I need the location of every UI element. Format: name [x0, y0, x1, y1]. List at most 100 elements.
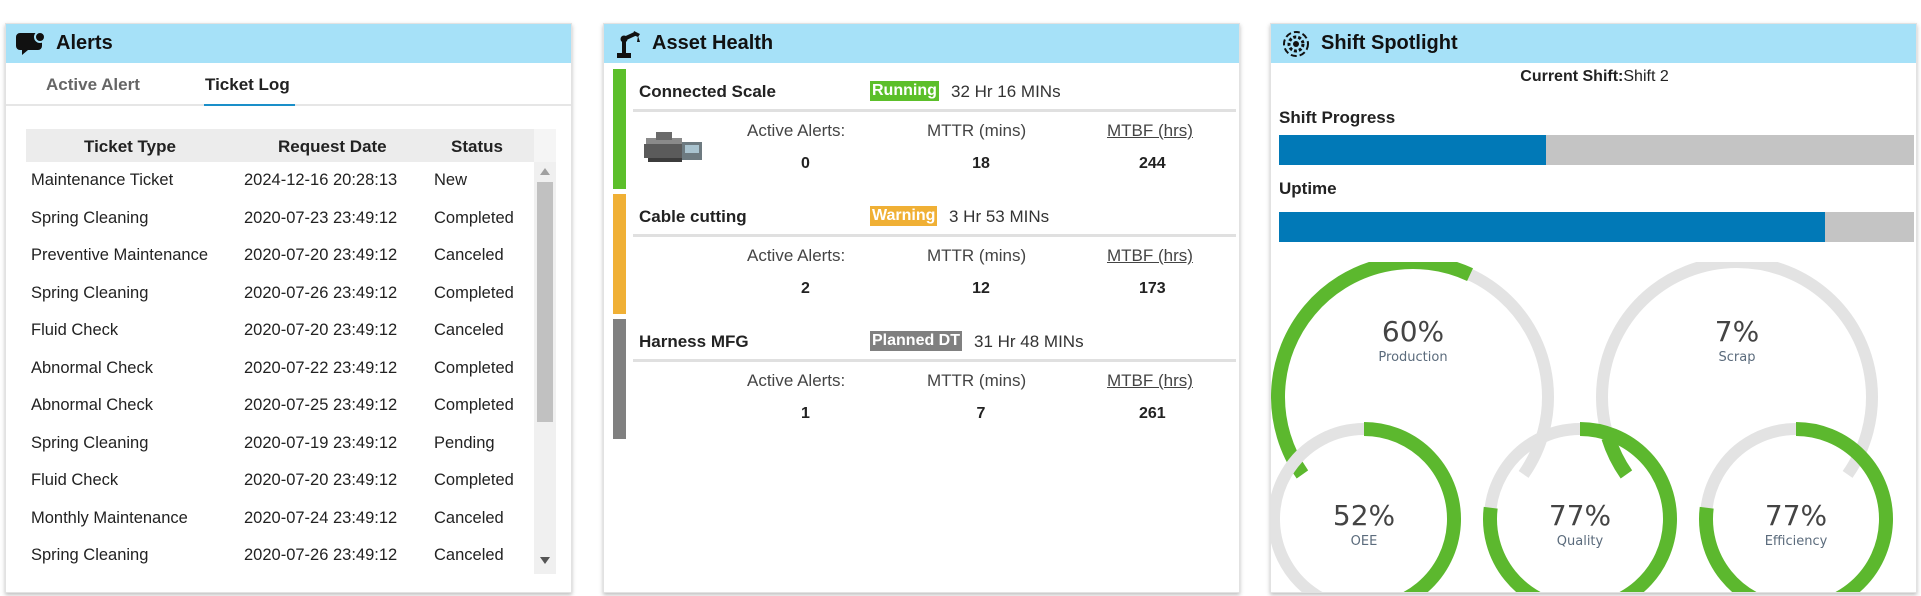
chat-bubble-icon [16, 30, 46, 55]
table-row[interactable]: Maintenance Ticket 2024-12-16 20:28:13 New [26, 162, 534, 199]
asset-status-color-bar [613, 69, 626, 189]
mtbf-label[interactable]: MTBF (hrs) [1107, 246, 1193, 266]
asset-name: Connected Scale [639, 82, 776, 101]
active-alerts-label: Active Alerts: [747, 371, 846, 390]
alerts-panel: Alerts Active Alert Ticket Log Ticket Ty… [5, 23, 572, 593]
table-row[interactable]: Spring Cleaning 2020-07-23 23:49:12 Comple… [26, 200, 534, 237]
table-row[interactable]: Fluid Check 2020-07-20 23:49:12 Canceled [26, 312, 534, 349]
mttr-value: 12 [972, 280, 990, 297]
alerts-header: Alerts [6, 24, 571, 63]
table-row[interactable]: Monthly Maintenance 2020-07-24 23:49:12 Ca… [26, 500, 534, 537]
ticket-type-cell: Fluid Check [31, 471, 119, 489]
status-cell: Pending [434, 433, 495, 452]
active-alerts-value: 0 [801, 155, 810, 172]
table-row[interactable]: Preventive Maintenance 2020-07-20 23:49:1… [26, 237, 534, 274]
gauge-label: Production [1378, 350, 1447, 365]
shift-progress-label: Shift Progress [1279, 108, 1396, 127]
column-header-ticket-type[interactable]: Ticket Type [84, 137, 176, 157]
gauge-percent: 52% [1333, 499, 1395, 532]
active-alerts-value: 1 [801, 405, 810, 422]
tab-ticket-log[interactable]: Ticket Log [205, 75, 290, 95]
scroll-down-arrow-icon[interactable] [540, 557, 550, 564]
status-cell: Completed [434, 396, 514, 414]
divider [633, 234, 1236, 237]
ticket-type-cell: Fluid Check [31, 321, 119, 339]
table-row[interactable]: Spring Cleaning 2020-07-26 23:49:12 Cancel… [26, 537, 534, 574]
current-shift-value: Shift 2 [1623, 68, 1669, 85]
request-date-cell: 2020-07-19 23:49:12 [244, 433, 398, 452]
gauge-label: Efficiency [1765, 534, 1828, 549]
ticket-table: Ticket Type Request Date Status Maintena… [26, 129, 556, 574]
status-cell: Completed [434, 471, 514, 489]
current-shift-label: Current Shift: [1520, 68, 1624, 85]
gauge-label: Quality [1557, 534, 1604, 549]
scale-device-icon [644, 132, 702, 162]
gauge-quality: 77% Quality [1483, 422, 1677, 592]
request-date-cell: 2020-07-20 23:49:12 [244, 321, 398, 339]
mttr-label: MTTR (mins) [927, 371, 1027, 390]
active-tab-indicator [204, 104, 295, 106]
mttr-value: 7 [976, 405, 986, 422]
request-date-cell: 2020-07-20 23:49:12 [244, 246, 398, 264]
mttr-label: MTTR (mins) [927, 121, 1027, 140]
asset-name: Harness MFG [639, 332, 749, 351]
table-body: Maintenance Ticket 2024-12-16 20:28:13 New… [26, 162, 534, 574]
alerts-title: Alerts [56, 32, 113, 54]
status-cell: Completed [434, 283, 514, 302]
ticket-type-cell: Maintenance Ticket [31, 171, 174, 189]
ticket-type-cell: Spring Cleaning [31, 433, 149, 452]
asset-row[interactable]: Connected Scale Running 32 Hr 16 MINs Activ… [610, 69, 1236, 191]
scroll-up-arrow-icon[interactable] [540, 168, 550, 175]
table-row[interactable]: Fluid Check 2020-07-20 23:49:12 Completed [26, 462, 534, 499]
ticket-type-cell: Spring Cleaning [31, 283, 149, 302]
shift-spotlight-title: Shift Spotlight [1321, 32, 1458, 54]
asset-health-panel: Asset Health Connected Scale Running 32 Hr… [603, 23, 1240, 593]
gauge-percent: 60% [1382, 315, 1444, 348]
shift-spotlight-header: Shift Spotlight [1271, 24, 1916, 63]
ticket-type-cell: Abnormal Check [31, 358, 153, 377]
uptime-label: Uptime [1279, 179, 1337, 198]
active-alerts-label: Active Alerts: [747, 121, 846, 140]
status-badge: Warning [870, 206, 938, 226]
uptime-fill [1279, 212, 1826, 242]
asset-health-header: Asset Health [604, 24, 1239, 63]
mtbf-label[interactable]: MTBF (hrs) [1107, 121, 1193, 141]
column-header-request-date[interactable]: Request Date [278, 137, 387, 157]
divider [633, 109, 1236, 112]
gauge-label: Scrap [1719, 350, 1756, 365]
request-date-cell: 2020-07-26 23:49:12 [244, 283, 398, 302]
gauge-percent: 77% [1549, 499, 1611, 532]
mttr-label: MTTR (mins) [927, 246, 1027, 265]
ticket-type-cell: Preventive Maintenance [31, 246, 209, 264]
ticket-type-cell: Monthly Maintenance [31, 508, 188, 527]
mtbf-label[interactable]: MTBF (hrs) [1107, 371, 1193, 391]
shift-spotlight-panel: Shift Spotlight Current Shift:Shift 2 Sh… [1270, 23, 1917, 593]
gauge-label: OEE [1351, 534, 1378, 549]
gear-in-ring-icon [1283, 30, 1309, 57]
asset-row[interactable]: Cable cutting Warning 3 Hr 53 MINs Active A… [610, 194, 1236, 316]
table-row[interactable]: Spring Cleaning 2020-07-26 23:49:12 Comple… [26, 275, 534, 312]
table-scrollbar[interactable] [534, 162, 556, 574]
status-cell: Canceled [434, 508, 504, 527]
shift-progress-bar [1279, 135, 1914, 165]
ticket-type-cell: Abnormal Check [31, 396, 153, 414]
scrollbar-thumb[interactable] [537, 182, 553, 422]
request-date-cell: 2020-07-26 23:49:12 [244, 546, 398, 564]
status-cell: Canceled [434, 246, 504, 264]
asset-name: Cable cutting [639, 207, 747, 226]
status-cell: Completed [434, 208, 514, 227]
table-row[interactable]: Spring Cleaning 2020-07-19 23:49:12 Pendin… [26, 425, 534, 462]
column-header-status[interactable]: Status [451, 137, 503, 157]
asset-row[interactable]: Harness MFG Planned DT 31 Hr 48 MINs Active… [610, 319, 1236, 441]
table-row[interactable]: Abnormal Check 2020-07-25 23:49:12 Complet… [26, 387, 534, 424]
ticket-type-cell: Spring Cleaning [31, 208, 149, 227]
table-row[interactable]: Abnormal Check 2020-07-22 23:49:12 Complet… [26, 350, 534, 387]
request-date-cell: 2020-07-24 23:49:12 [244, 508, 398, 527]
request-date-cell: 2024-12-16 20:28:13 [244, 171, 398, 189]
tab-active-alert[interactable]: Active Alert [46, 75, 140, 95]
status-cell: Canceled [434, 321, 504, 339]
status-cell: Completed [434, 358, 514, 377]
asset-status-color-bar [613, 319, 626, 439]
kpi-gauges: 60% Production 7% Scrap 52% OEE 77% Quality 77% E… [1271, 262, 1893, 592]
request-date-cell: 2020-07-22 23:49:12 [244, 358, 398, 377]
